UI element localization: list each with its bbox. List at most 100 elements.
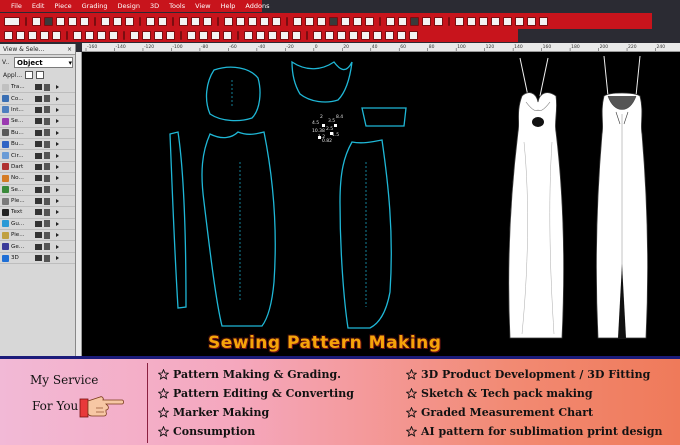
notch-icon[interactable] (329, 16, 338, 26)
compare-icon[interactable] (268, 31, 277, 40)
menu-addons[interactable]: Addons (240, 2, 274, 10)
lock-icon[interactable] (44, 197, 50, 205)
trim-tool-icon[interactable] (85, 31, 94, 40)
object-type-row[interactable]: No... (0, 173, 75, 185)
notch-tool-icon[interactable] (211, 31, 220, 40)
display-icon[interactable] (491, 16, 500, 26)
image-icon[interactable] (434, 16, 443, 26)
select-tool-icon[interactable] (4, 16, 20, 26)
piece-info-icon[interactable] (280, 31, 289, 40)
expand-arrow-icon[interactable] (56, 85, 59, 90)
corner-icon[interactable] (199, 31, 208, 40)
dart-icon[interactable] (353, 16, 362, 26)
lock-icon[interactable] (44, 95, 50, 103)
rotate-icon[interactable] (248, 16, 257, 26)
object-type-row[interactable]: Pie... (0, 230, 75, 242)
menu-file[interactable]: File (6, 2, 27, 10)
layer-icon[interactable] (410, 16, 419, 26)
visibility-icon[interactable] (35, 106, 42, 113)
expand-arrow-icon[interactable] (56, 233, 59, 238)
object-type-row[interactable]: Text (0, 207, 75, 219)
grade-icon[interactable] (293, 16, 302, 26)
lock-icon[interactable] (361, 31, 370, 40)
mirror-icon[interactable] (272, 16, 281, 26)
lock-icon[interactable] (44, 231, 50, 239)
object-type-row[interactable]: Bu... (0, 128, 75, 139)
menu-view[interactable]: View (190, 2, 215, 10)
extend-tool-icon[interactable] (97, 31, 106, 40)
expand-arrow-icon[interactable] (56, 164, 59, 169)
object-type-row[interactable]: Se... (0, 116, 75, 128)
expand-arrow-icon[interactable] (56, 244, 59, 249)
menu-tools[interactable]: Tools (164, 2, 190, 10)
visibility-icon[interactable] (35, 186, 42, 193)
object-type-row[interactable]: 3D (0, 253, 75, 265)
circle-tool-icon[interactable] (40, 31, 49, 40)
rectangle-tool-icon[interactable] (52, 31, 61, 40)
expand-arrow-icon[interactable] (56, 221, 59, 226)
walk-icon[interactable] (244, 31, 253, 40)
fabric-icon[interactable] (539, 16, 548, 26)
zoom-in-icon[interactable] (179, 16, 188, 26)
expand-arrow-icon[interactable] (56, 210, 59, 215)
visibility-icon[interactable] (35, 255, 42, 262)
object-type-row[interactable]: Gu... (0, 219, 75, 231)
new-file-icon[interactable] (32, 16, 41, 26)
undo-icon[interactable] (146, 16, 155, 26)
apply-lock-toggle[interactable] (36, 71, 45, 79)
menu-3d[interactable]: 3D (145, 2, 164, 10)
line-tool-icon[interactable] (16, 31, 25, 40)
lock-icon[interactable] (44, 117, 50, 125)
3d-view-icon[interactable] (515, 16, 524, 26)
print-icon[interactable] (101, 16, 110, 26)
measure-tool-icon[interactable] (385, 31, 394, 40)
lock-icon[interactable] (44, 106, 50, 114)
menu-help[interactable]: Help (216, 2, 241, 10)
offset-tool-icon[interactable] (73, 31, 82, 40)
drill-icon[interactable] (223, 31, 232, 40)
marker-icon[interactable] (386, 16, 395, 26)
distribute-icon[interactable] (325, 31, 334, 40)
add-seam-icon[interactable] (187, 31, 196, 40)
expand-arrow-icon[interactable] (56, 119, 59, 124)
object-type-row[interactable]: Dart (0, 162, 75, 174)
properties-icon[interactable] (236, 16, 245, 26)
object-type-row[interactable]: Co... (0, 93, 75, 105)
menu-piece[interactable]: Piece (49, 2, 76, 10)
expand-arrow-icon[interactable] (56, 256, 59, 261)
seam-icon[interactable] (341, 16, 350, 26)
fold-icon[interactable] (166, 31, 175, 40)
expand-arrow-icon[interactable] (56, 96, 59, 101)
lock-icon[interactable] (44, 83, 50, 91)
expand-arrow-icon[interactable] (56, 130, 59, 135)
lock-icon[interactable] (44, 243, 50, 251)
object-type-row[interactable]: Ple... (0, 196, 75, 208)
point-tool-icon[interactable] (4, 31, 13, 40)
group-icon[interactable] (337, 31, 346, 40)
visibility-icon[interactable] (35, 163, 42, 170)
visibility-icon[interactable] (35, 84, 42, 91)
visibility-icon[interactable] (35, 243, 42, 250)
ortho-icon[interactable] (479, 16, 488, 26)
visibility-icon[interactable] (35, 141, 42, 148)
export-icon[interactable] (409, 31, 418, 40)
annotate-icon[interactable] (292, 31, 301, 40)
ruler-tool-icon[interactable] (397, 31, 406, 40)
split-tool-icon[interactable] (109, 31, 118, 40)
rule-table-icon[interactable] (305, 16, 314, 26)
help-icon[interactable] (224, 16, 233, 26)
visibility-icon[interactable] (35, 209, 42, 216)
zoom-out-icon[interactable] (191, 16, 200, 26)
apply-view-toggle[interactable] (25, 71, 34, 79)
lock-icon[interactable] (44, 140, 50, 148)
expand-arrow-icon[interactable] (56, 187, 59, 192)
lock-icon[interactable] (44, 129, 50, 137)
paste-icon[interactable] (80, 16, 89, 26)
visibility-icon[interactable] (35, 198, 42, 205)
curve-tool-icon[interactable] (28, 31, 37, 40)
menu-design[interactable]: Design (113, 2, 145, 10)
visibility-icon[interactable] (35, 220, 42, 227)
rotate-tool-icon[interactable] (142, 31, 151, 40)
hide-icon[interactable] (373, 31, 382, 40)
visibility-icon[interactable] (35, 118, 42, 125)
